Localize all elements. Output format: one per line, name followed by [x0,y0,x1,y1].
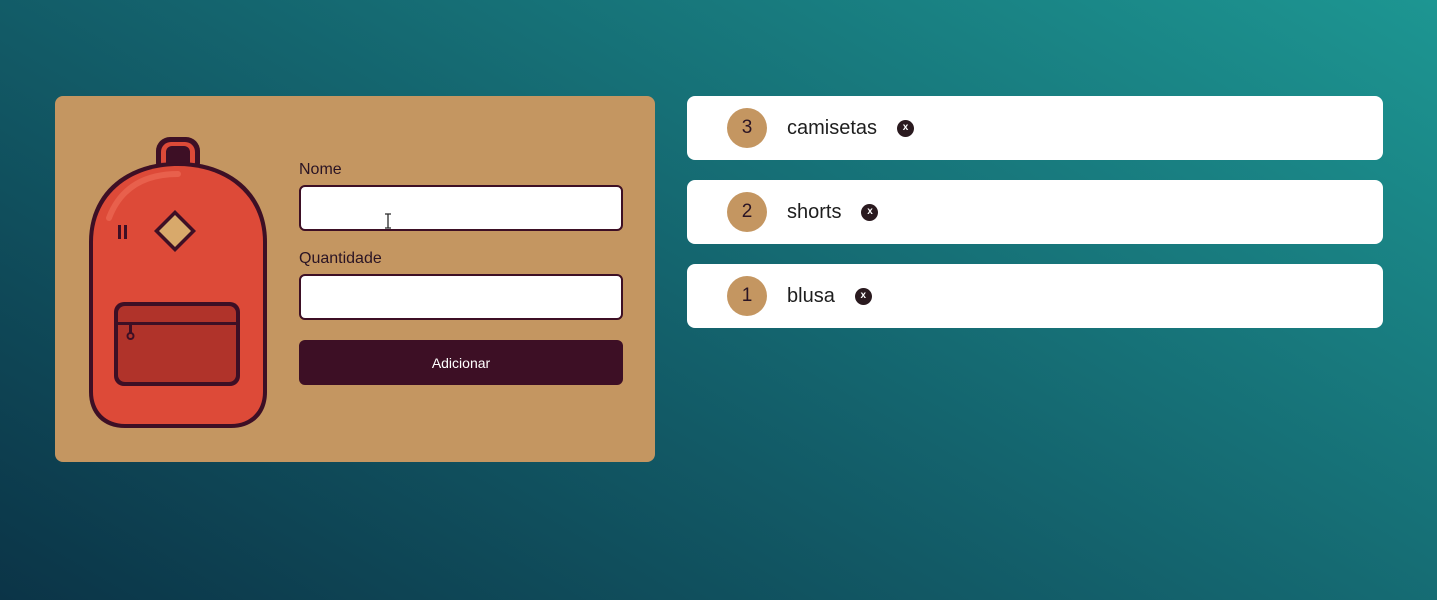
list-item: 1 blusa x [687,264,1383,328]
item-name: camisetas [787,116,878,139]
remove-item-button[interactable]: x [897,119,915,137]
items-list: 3 camisetas x 2 shorts x 1 blusa x [687,96,1383,348]
remove-item-button[interactable]: x [861,203,879,221]
backpack-icon [89,137,267,428]
quantity-badge: 1 [727,276,767,316]
list-item: 2 shorts x [687,180,1383,244]
add-button[interactable]: Adicionar [299,340,623,385]
name-label: Nome [299,161,342,178]
add-item-form: Nome Quantidade Adicionar [299,160,623,385]
name-input[interactable] [299,185,623,231]
remove-item-button[interactable]: x [854,287,872,305]
x-circle-icon: x [902,122,909,133]
quantity-badge: 2 [727,192,767,232]
item-name: blusa [787,284,835,307]
list-item: 3 camisetas x [687,96,1383,160]
x-circle-icon: x [867,206,873,217]
text-cursor-icon [385,213,391,229]
quantity-label: Quantidade [299,250,382,267]
quantity-input[interactable] [299,274,623,320]
item-name: shorts [787,200,842,223]
quantity-badge: 3 [727,108,767,148]
x-circle-icon: x [860,290,867,301]
